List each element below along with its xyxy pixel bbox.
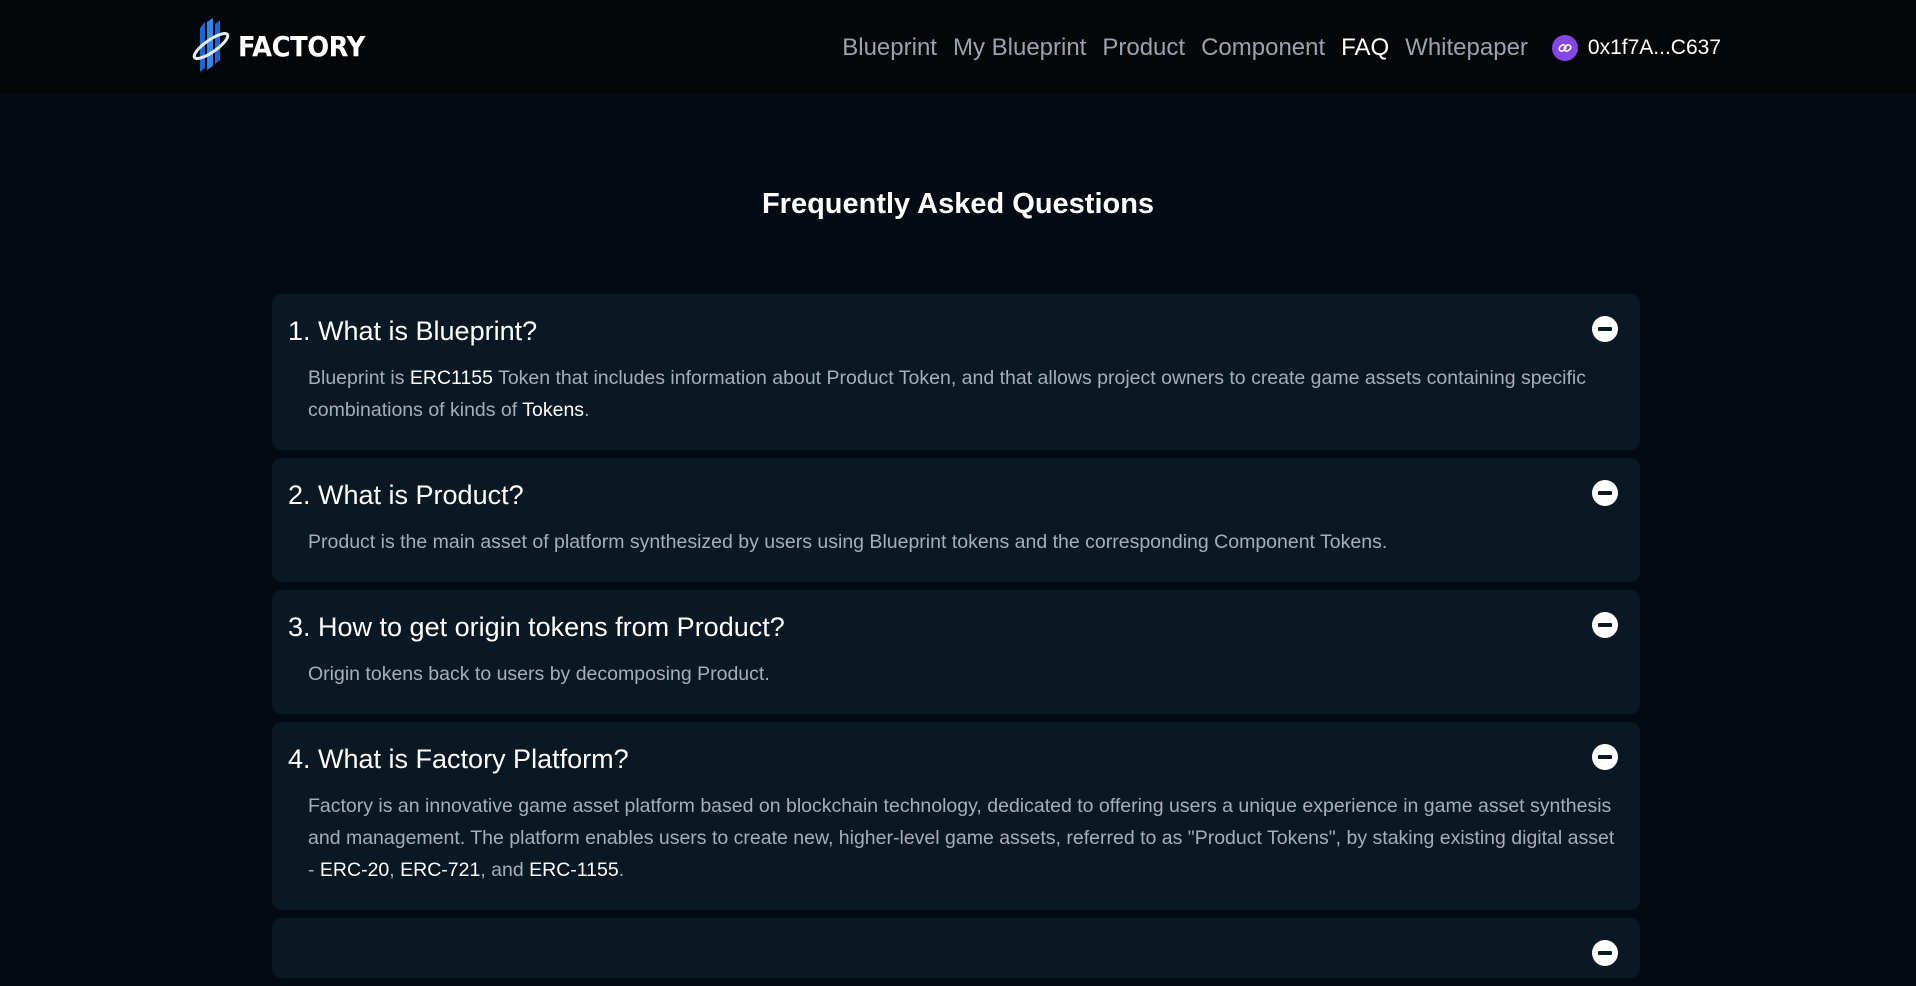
collapse-icon[interactable] [1592,612,1618,638]
factory-logo-icon [192,18,230,72]
logo-text: FACTORY [238,29,365,63]
nav-whitepaper[interactable]: Whitepaper [1405,34,1528,62]
faq-list: 1. What is Blueprint? Blueprint is ERC11… [272,294,1640,986]
collapse-icon[interactable] [1592,940,1618,966]
faq-item-product: 2. What is Product? Product is the main … [272,458,1640,582]
nav-product[interactable]: Product [1102,34,1185,62]
page-title: Frequently Asked Questions [761,188,1155,220]
top-bar: FACTORY Blueprint My Blueprint Product C… [0,0,1916,94]
polygon-link-icon [1551,35,1578,61]
faq-answer: Factory is an innovative game asset plat… [308,795,1615,881]
faq-item-factory-platform: 4. What is Factory Platform? Factory is … [272,722,1640,910]
faq-question[interactable]: 1. What is Blueprint? [288,314,1618,348]
main-nav: Blueprint My Blueprint Product Component… [826,30,1721,66]
faq-question[interactable]: 3. How to get origin tokens from Product… [288,610,1618,644]
answer-highlight: Tokens [522,399,585,421]
nav-component[interactable]: Component [1201,34,1325,62]
answer-highlight: ERC-1155 [529,859,619,881]
answer-highlight: ERC1155 [409,367,493,389]
logo[interactable]: FACTORY [190,16,376,76]
faq-question[interactable]: 2. What is Product? [288,478,1618,512]
wallet-button[interactable]: 0x1f7A...C637 [1551,35,1721,61]
faq-answer: Product is the main asset of platform sy… [308,531,1388,553]
wallet-address: 0x1f7A...C637 [1587,36,1721,59]
faq-item-blueprint: 1. What is Blueprint? Blueprint is ERC11… [272,294,1640,450]
nav-my-blueprint[interactable]: My Blueprint [953,34,1086,62]
answer-highlight: ERC-721 [400,859,481,881]
faq-answer: Origin tokens back to users by decomposi… [308,663,770,685]
collapse-icon[interactable] [1592,316,1618,342]
faq-item-origin-tokens: 3. How to get origin tokens from Product… [272,590,1640,714]
faq-question[interactable]: 4. What is Factory Platform? [288,742,1618,776]
nav-blueprint[interactable]: Blueprint [842,34,937,62]
answer-highlight: ERC-20 [319,859,390,881]
collapse-icon[interactable] [1592,480,1618,506]
nav-faq[interactable]: FAQ [1341,34,1389,62]
collapse-icon[interactable] [1592,744,1618,770]
faq-answer: Blueprint is ERC1155 Token that includes… [308,367,1586,421]
faq-item-partial [272,918,1640,978]
